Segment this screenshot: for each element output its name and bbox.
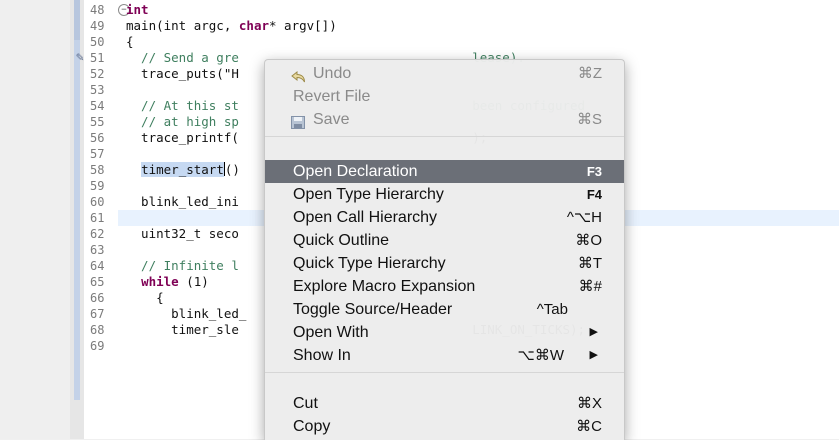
menu-item-shortcut: ⌘T [577,255,602,272]
menu-item-shortcut: F3 [586,164,602,179]
code-token: timer_sle [126,322,239,337]
line-number: 55 [90,115,105,129]
line-number: 66 [90,291,105,305]
line-number: 52 [90,67,105,81]
keyword-token: char [238,18,269,33]
comment-token: // At this st [126,98,239,113]
line-number: 50 [90,35,105,49]
menu-item-shortcut: ^⌥H [566,209,602,226]
code-token: () [224,162,240,177]
menu-item-shortcut: ⌘S [576,111,602,128]
menu-item-label: Open Call Hierarchy [293,209,438,226]
code-token: (1) [178,274,209,289]
line-number: 48 [90,3,105,17]
code-line[interactable]: { [126,34,839,50]
menu-item-label: Open Type Hierarchy [293,186,444,203]
menu-item-show-in[interactable]: Show In ⌥⌘W ▶ [265,344,624,367]
menu-item-label: Open With [293,324,369,341]
save-icon [291,113,305,129]
selected-token: timer_start [141,162,224,177]
menu-item-label: Quick Outline [293,232,390,249]
menu-item-explore-macro-expansion[interactable]: Explore Macro Expansion ⌘# [265,275,624,298]
submenu-arrow-icon: ▶ [589,326,598,338]
submenu-arrow-icon: ▶ [589,349,598,361]
menu-item-shortcut: ⌘Z [577,65,602,82]
menu-item-label: Show In [293,347,351,364]
menu-item-label: Undo [313,65,352,82]
menu-item-label: Explore Macro Expansion [293,278,476,295]
menu-item-open-call-hierarchy[interactable]: Open Call Hierarchy ^⌥H [265,206,624,229]
menu-item-open-type-hierarchy[interactable]: Open Type Hierarchy F4 [265,183,624,206]
menu-separator [265,372,624,373]
line-number: 51 [90,51,105,65]
line-number: 64 [90,259,105,273]
menu-item-shortcut: ⌥⌘W [517,347,564,364]
menu-item-shortcut: ^Tab [536,301,568,318]
line-number: 63 [90,243,105,257]
line-number: 56 [90,131,105,145]
menu-item-revert-file[interactable]: Revert File [265,85,624,108]
menu-item-label: Cut [293,395,318,412]
code-line[interactable]: int [126,2,839,18]
change-bar [74,40,80,400]
menu-item-shortcut: ⌘X [576,395,602,412]
menu-item-toggle-source-header[interactable]: Toggle Source/Header ^Tab [265,298,624,321]
line-number: 59 [90,179,105,193]
menu-item-shortcut: ⌘C [576,418,602,435]
keyword-token: while [141,274,179,289]
menu-item-open-with[interactable]: Open With ▶ [265,321,624,344]
menu-item-undo[interactable]: Undo ⌘Z [265,62,624,85]
line-number: 57 [90,147,105,161]
line-numbers: 48 49 50 51 52 53 54 55 56 57 58 59 60 61 62 63 64 65 66 67… [90,2,118,354]
line-number: 65 [90,275,105,289]
menu-item-quick-type-hierarchy[interactable]: Quick Type Hierarchy ⌘T [265,252,624,275]
line-number: 58 [90,163,105,177]
menu-item-copy[interactable]: Copy ⌘C [265,415,624,438]
line-number: 54 [90,99,105,113]
code-token: uint32_t seco [126,226,239,241]
line-number: 68 [90,323,105,337]
context-menu: Undo ⌘Z Revert File Save ⌘S Open Declaration F… [264,59,625,440]
menu-item-label: Revert File [293,88,371,105]
code-token: main(int argc, [126,18,239,33]
code-token: blink_led_ [126,306,247,321]
menu-item-shortcut: F4 [586,187,602,202]
comment-token: // Infinite l [126,258,239,273]
menu-item-save[interactable]: Save ⌘S [265,108,624,131]
menu-item-cut[interactable]: Cut ⌘X [265,392,624,415]
menu-item-label: Quick Type Hierarchy [293,255,446,272]
menu-item-open-declaration[interactable]: Open Declaration F3 [265,160,624,183]
quick-fix-icon[interactable]: ✎ [76,51,90,65]
menu-item-shortcut: ⌘O [575,232,602,249]
line-number: 67 [90,307,105,321]
comment-token: // Send a gre [126,50,239,65]
code-token: { [126,290,164,305]
menu-item-label: Save [313,111,350,128]
code-line[interactable]: main(int argc, char* argv[]) [126,18,839,34]
line-number: 60 [90,195,105,209]
code-token: blink_led_ini [126,194,239,209]
line-number: 49 [90,19,105,33]
code-token: * argv[]) [269,18,337,33]
menu-item-label: Toggle Source/Header [293,301,453,318]
line-number: 62 [90,227,105,241]
code-token: trace_puts("H [126,66,239,81]
menu-item-quick-outline[interactable]: Quick Outline ⌘O [265,229,624,252]
code-token: trace_printf( [126,130,239,145]
line-number: 53 [90,83,105,97]
code-token: { [126,34,134,49]
change-bar [74,0,80,40]
comment-token: // at high sp [126,114,239,129]
keyword-token: int [126,2,149,17]
undo-icon [291,67,305,83]
line-number: 61 [90,211,105,225]
menu-item-shortcut: ⌘# [578,278,602,295]
menu-item-label: Open Declaration [293,163,418,180]
menu-item-label: Copy [293,418,331,435]
menu-separator [265,136,624,137]
line-number: 69 [90,339,105,353]
